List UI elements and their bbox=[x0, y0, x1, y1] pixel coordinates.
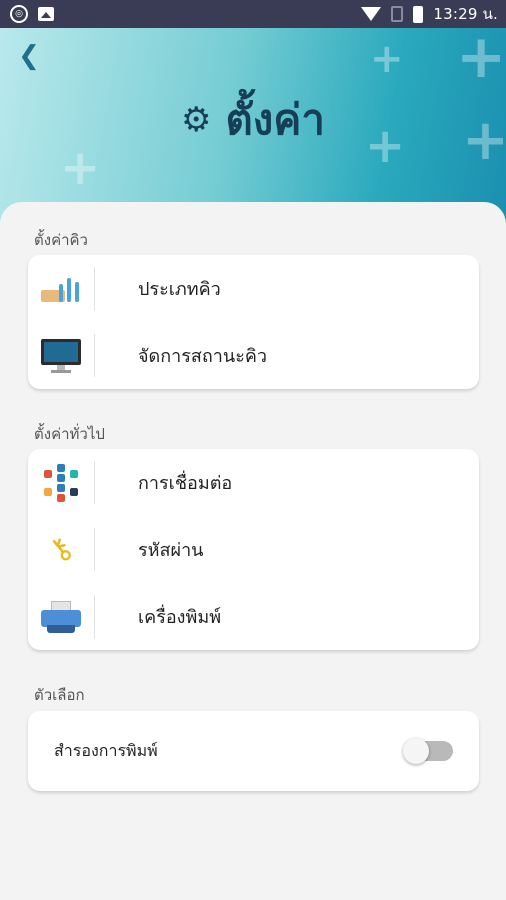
queue-type-icon bbox=[41, 276, 81, 302]
connection-item[interactable]: การเชื่อมต่อ bbox=[28, 449, 479, 516]
backup-print-label: สำรองการพิมพ์ bbox=[54, 740, 158, 760]
queue-status-item[interactable]: จัดการสถานะคิว bbox=[28, 322, 479, 389]
section-label-options: ตัวเลือก bbox=[34, 686, 85, 704]
decorative-plus: + bbox=[456, 28, 506, 92]
printer-icon bbox=[41, 600, 81, 633]
queue-type-item[interactable]: ประเภทคิว bbox=[28, 255, 479, 322]
battery-icon bbox=[413, 5, 424, 23]
connection-label: การเชื่อมต่อ bbox=[138, 473, 233, 494]
connection-icon bbox=[42, 463, 80, 502]
toggle-thumb bbox=[403, 738, 429, 764]
password-item[interactable]: ⚷ รหัสผ่าน bbox=[28, 516, 479, 583]
title-area: ⚙ ตั้งค่า bbox=[0, 90, 506, 150]
printer-label: เครื่องพิมพ์ bbox=[138, 607, 222, 628]
options-card: สำรองการพิมพ์ bbox=[28, 711, 479, 791]
status-time: 13:29 น. bbox=[433, 5, 498, 23]
back-arrow-icon: ❮ bbox=[18, 41, 40, 71]
key-icon: ⚷ bbox=[41, 529, 81, 570]
gear-icon: ⚙ bbox=[181, 100, 212, 140]
settings-content: ตั้งค่าคิว ประเภทคิว จัดการสถานะคิว ตั้ง… bbox=[0, 202, 506, 900]
wifi-icon bbox=[361, 7, 382, 21]
page-title: ตั้งค่า bbox=[225, 95, 325, 144]
sim-icon bbox=[391, 6, 404, 22]
section-label-general: ตั้งค่าทั่วไป bbox=[34, 425, 105, 443]
queue-status-label: จัดการสถานะคิว bbox=[138, 346, 268, 367]
general-settings-card: การเชื่อมต่อ ⚷ รหัสผ่าน เครื่องพิมพ์ bbox=[28, 449, 479, 650]
backup-print-row: สำรองการพิมพ์ bbox=[28, 711, 479, 791]
printer-item[interactable]: เครื่องพิมพ์ bbox=[28, 583, 479, 650]
section-label-queue: ตั้งค่าคิว bbox=[34, 231, 88, 249]
queue-settings-card: ประเภทคิว จัดการสถานะคิว bbox=[28, 255, 479, 389]
status-bar: ◎ 13:29 น. bbox=[0, 0, 506, 28]
backup-print-toggle[interactable] bbox=[403, 738, 453, 764]
decorative-plus: + bbox=[370, 36, 404, 82]
queue-type-label: ประเภทคิว bbox=[138, 279, 221, 300]
monitor-icon bbox=[41, 338, 81, 373]
image-icon bbox=[38, 7, 54, 21]
password-label: รหัสผ่าน bbox=[138, 540, 204, 561]
back-button[interactable]: ❮ bbox=[14, 42, 44, 72]
notification-icon: ◎ bbox=[10, 5, 28, 23]
